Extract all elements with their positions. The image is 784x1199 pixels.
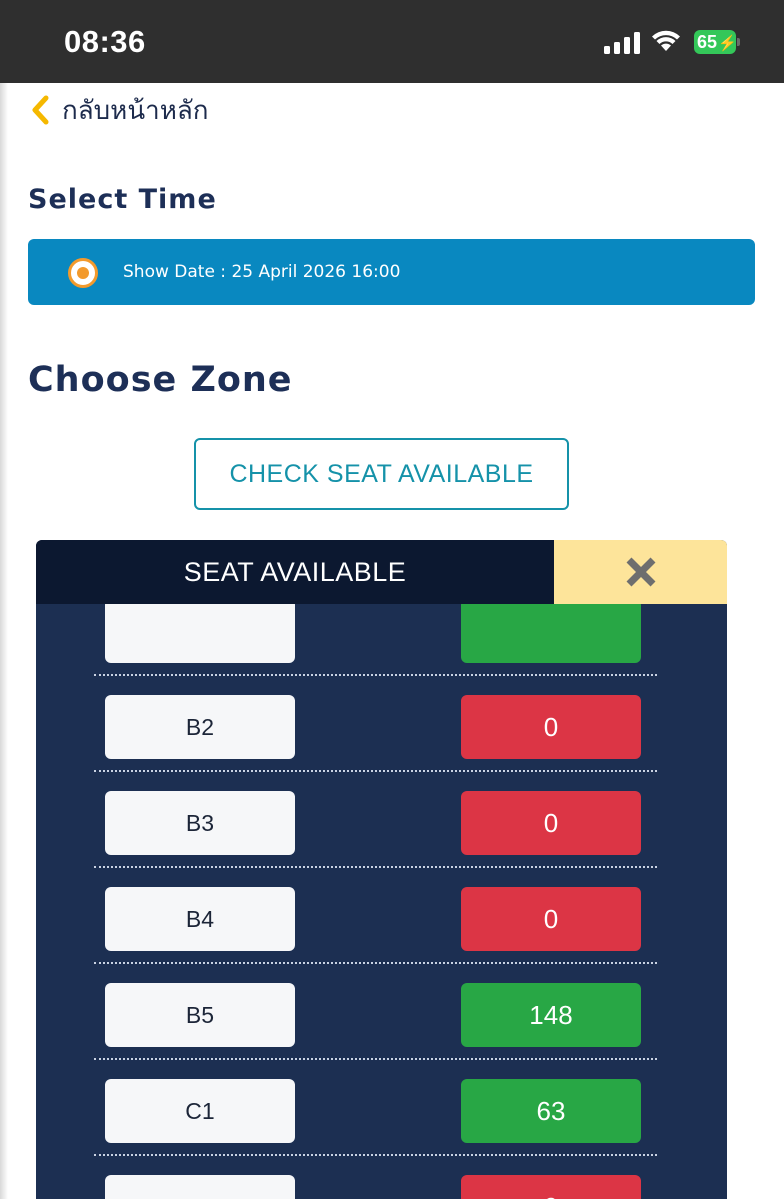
seat-count-badge: 148 [461, 983, 641, 1047]
seat-available-modal: SEAT AVAILABLE B2 0 B3 0 B4 0 B5 148 C1 63 C2 0 [36, 540, 727, 1199]
status-time: 08:36 [64, 24, 146, 59]
seat-row: C1 63 [36, 1060, 727, 1156]
modal-title: SEAT AVAILABLE [36, 540, 554, 604]
show-date-label: Show Date : 25 April 2026 16:00 [123, 262, 401, 282]
back-label: กลับหน้าหลัก [62, 95, 209, 126]
cellular-signal-icon [604, 32, 640, 54]
seat-row: B5 148 [36, 964, 727, 1060]
battery-percent: 65 [697, 32, 718, 52]
back-link[interactable]: กลับหน้าหลัก [30, 92, 209, 128]
page-edge-shadow [0, 83, 8, 1199]
radio-selected-icon[interactable] [68, 258, 98, 288]
seat-count-badge: 0 [461, 695, 641, 759]
seat-list-scroll[interactable]: B2 0 B3 0 B4 0 B5 148 C1 63 C2 0 [36, 604, 727, 1199]
battery-indicator: 65⚡ [694, 30, 740, 54]
status-bar: 08:36 65⚡ [0, 0, 784, 83]
zone-label: B3 [105, 791, 295, 855]
modal-header: SEAT AVAILABLE [36, 540, 727, 604]
seat-count-badge [461, 604, 641, 663]
show-date-option[interactable]: Show Date : 25 April 2026 16:00 [28, 239, 755, 305]
seat-row: B4 0 [36, 868, 727, 964]
battery-level: 65⚡ [694, 30, 737, 54]
seat-row: C2 0 [36, 1156, 727, 1199]
seat-row: B2 0 [36, 676, 727, 772]
zone-label: C1 [105, 1079, 295, 1143]
chevron-left-icon [32, 95, 49, 125]
select-time-heading: Select Time [28, 184, 217, 215]
charging-bolt-icon: ⚡ [718, 35, 737, 52]
wifi-icon [652, 30, 680, 51]
check-seat-available-button[interactable]: CHECK SEAT AVAILABLE [194, 438, 569, 510]
zone-label: B4 [105, 887, 295, 951]
choose-zone-heading: Choose Zone [28, 360, 293, 400]
seat-row: B3 0 [36, 772, 727, 868]
seat-count-badge: 63 [461, 1079, 641, 1143]
battery-cap [737, 38, 740, 46]
zone-label [105, 604, 295, 663]
zone-label: B5 [105, 983, 295, 1047]
seat-count-badge: 0 [461, 887, 641, 951]
seat-count-badge: 0 [461, 1175, 641, 1199]
zone-label: C2 [105, 1175, 295, 1199]
zone-label: B2 [105, 695, 295, 759]
seat-row [36, 604, 727, 676]
seat-count-badge: 0 [461, 791, 641, 855]
seat-list: B2 0 B3 0 B4 0 B5 148 C1 63 C2 0 [36, 604, 727, 1199]
close-icon [626, 557, 655, 587]
close-button[interactable] [554, 540, 727, 604]
